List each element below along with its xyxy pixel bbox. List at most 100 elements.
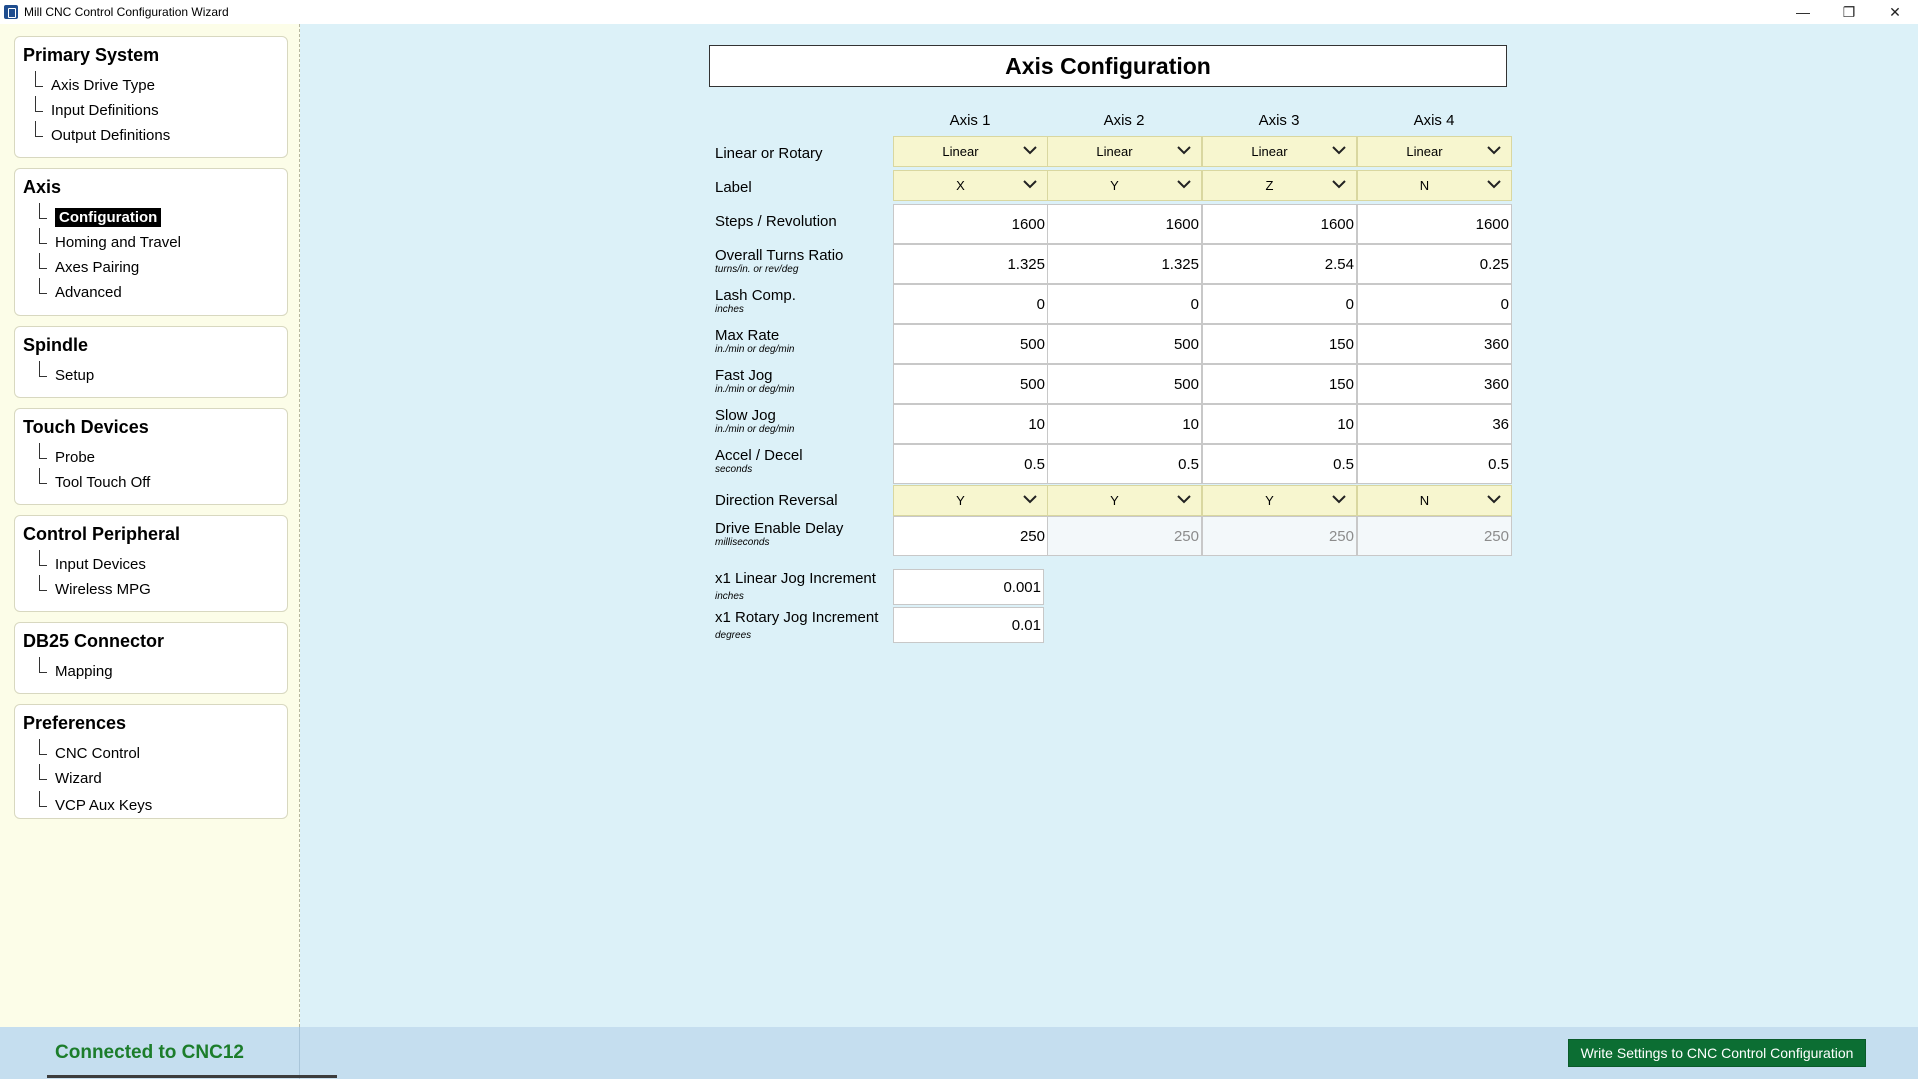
axis-4-linear-rotary-select[interactable]: Linear <box>1357 136 1512 167</box>
row-unit: inches <box>715 304 744 315</box>
row-unit: inches <box>715 591 744 602</box>
sidebar-item-vcp-aux-keys[interactable]: VCP Aux Keys <box>37 791 152 815</box>
axis-4-slow-jog-input[interactable]: 36 <box>1357 404 1512 444</box>
axis-4-turns-ratio-input[interactable]: 0.25 <box>1357 244 1512 284</box>
axis-1-label-select[interactable]: X <box>893 170 1048 201</box>
group-primary-system: Primary System Axis Drive Type Input Def… <box>14 36 288 158</box>
sidebar-item-label: Advanced <box>55 283 122 301</box>
axis-3-turns-ratio-input[interactable]: 2.54 <box>1202 244 1357 284</box>
restore-icon[interactable]: ❐ <box>1826 0 1872 24</box>
sidebar-item-label: Probe <box>55 448 96 466</box>
axis-2-accel-input[interactable]: 0.5 <box>1047 444 1202 484</box>
chevron-down-icon <box>1177 180 1191 189</box>
axis-2-drive-enable-delay-input: 250 <box>1047 516 1202 556</box>
sidebar-item-axis-drive-type[interactable]: Axis Drive Type <box>33 71 155 95</box>
row-label-text: Slow Jog <box>715 407 776 424</box>
linear-jog-increment-input[interactable]: 0.001 <box>893 569 1044 605</box>
axis-4-fast-jog-input[interactable]: 360 <box>1357 364 1512 404</box>
axis-3-accel-input[interactable]: 0.5 <box>1202 444 1357 484</box>
axis-1-steps-input[interactable]: 1600 <box>893 204 1048 244</box>
close-icon[interactable]: ✕ <box>1872 0 1918 24</box>
axis-3-fast-jog-input[interactable]: 150 <box>1202 364 1357 404</box>
row-label-max-rate: Max Rate in./min or deg/min <box>715 328 794 356</box>
axis-2-slow-jog-input[interactable]: 10 <box>1047 404 1202 444</box>
axis-3-lash-comp-input[interactable]: 0 <box>1202 284 1357 324</box>
axis-4-label-select[interactable]: N <box>1357 170 1512 201</box>
tree-branch <box>37 468 47 492</box>
axis-2-steps-input[interactable]: 1600 <box>1047 204 1202 244</box>
row-label-text: Fast Jog <box>715 367 773 384</box>
axis-3-linear-rotary-select[interactable]: Linear <box>1202 136 1357 167</box>
sidebar-item-axes-pairing[interactable]: Axes Pairing <box>37 253 139 277</box>
sidebar-item-homing-and-travel[interactable]: Homing and Travel <box>37 228 181 252</box>
axis-1-accel-input[interactable]: 0.5 <box>893 444 1048 484</box>
status-bar: Connected to CNC12 Write Settings to CNC… <box>0 1027 1918 1079</box>
chevron-down-icon <box>1177 495 1191 504</box>
sidebar-item-wizard[interactable]: Wizard <box>37 764 102 788</box>
axis-4-direction-reversal-select[interactable]: N <box>1357 485 1512 516</box>
sidebar-item-configuration[interactable]: Configuration <box>37 203 162 227</box>
chevron-down-icon <box>1023 495 1037 504</box>
axis-4-lash-comp-input[interactable]: 0 <box>1357 284 1512 324</box>
sidebar-item-setup[interactable]: Setup <box>37 361 95 385</box>
sidebar-nav: Primary System Axis Drive Type Input Def… <box>0 24 300 1027</box>
sidebar-item-label: Input Devices <box>55 555 146 573</box>
tree-branch <box>37 278 47 302</box>
axis-1-linear-rotary-select[interactable]: Linear <box>893 136 1048 167</box>
tree-branch <box>37 361 47 385</box>
sidebar-item-cnc-control[interactable]: CNC Control <box>37 739 140 763</box>
sidebar-item-tool-touch-off[interactable]: Tool Touch Off <box>37 468 150 492</box>
sidebar-item-output-definitions[interactable]: Output Definitions <box>33 121 171 145</box>
axis-2-max-rate-input[interactable]: 500 <box>1047 324 1202 364</box>
sidebar-item-mapping[interactable]: Mapping <box>37 657 113 681</box>
chevron-down-icon <box>1487 146 1501 155</box>
axis-2-lash-comp-input[interactable]: 0 <box>1047 284 1202 324</box>
page-title: Axis Configuration <box>709 45 1507 87</box>
row-label-label: Label <box>715 180 752 196</box>
axis-1-turns-ratio-input[interactable]: 1.325 <box>893 244 1048 284</box>
row-label-rotary-jog-increment: x1 Rotary Jog Increment degrees <box>715 610 878 642</box>
chevron-down-icon <box>1332 146 1346 155</box>
write-settings-button[interactable]: Write Settings to CNC Control Configurat… <box>1568 1039 1866 1067</box>
axis-4-max-rate-input[interactable]: 360 <box>1357 324 1512 364</box>
axis-1-direction-reversal-select[interactable]: Y <box>893 485 1048 516</box>
group-title: Spindle <box>23 335 89 355</box>
axis-1-drive-enable-delay-input[interactable]: 250 <box>893 516 1048 556</box>
axis-3-label-select[interactable]: Z <box>1202 170 1357 201</box>
sidebar-item-label: Wizard <box>55 769 102 787</box>
axis-3-steps-input[interactable]: 1600 <box>1202 204 1357 244</box>
rotary-jog-increment-input[interactable]: 0.01 <box>893 607 1044 643</box>
minimize-icon[interactable]: — <box>1780 0 1826 24</box>
axis-4-steps-input[interactable]: 1600 <box>1357 204 1512 244</box>
axis-3-slow-jog-input[interactable]: 10 <box>1202 404 1357 444</box>
sidebar-item-label: Setup <box>55 366 95 384</box>
axis-4-accel-input[interactable]: 0.5 <box>1357 444 1512 484</box>
axis-1-max-rate-input[interactable]: 500 <box>893 324 1048 364</box>
sidebar-item-label: Output Definitions <box>51 126 171 144</box>
axis-2-turns-ratio-input[interactable]: 1.325 <box>1047 244 1202 284</box>
row-label-text: x1 Rotary Jog Increment <box>715 609 879 626</box>
sidebar-item-input-devices[interactable]: Input Devices <box>37 550 146 574</box>
sidebar-item-input-definitions[interactable]: Input Definitions <box>33 96 159 120</box>
group-db25-connector: DB25 Connector Mapping <box>14 622 288 694</box>
row-label-text: Max Rate <box>715 327 780 344</box>
axis-1-slow-jog-input[interactable]: 10 <box>893 404 1048 444</box>
sidebar-item-probe[interactable]: Probe <box>37 443 96 467</box>
row-label-text: Steps / Revolution <box>715 213 837 230</box>
axis-2-fast-jog-input[interactable]: 500 <box>1047 364 1202 404</box>
axis-2-label-select[interactable]: Y <box>1047 170 1202 201</box>
axis-3-max-rate-input[interactable]: 150 <box>1202 324 1357 364</box>
axis-3-direction-reversal-select[interactable]: Y <box>1202 485 1357 516</box>
group-control-peripheral: Control Peripheral Input Devices Wireles… <box>14 515 288 612</box>
axis-2-linear-rotary-select[interactable]: Linear <box>1047 136 1202 167</box>
group-title: Preferences <box>23 713 127 733</box>
sidebar-item-advanced[interactable]: Advanced <box>37 278 122 302</box>
axis-1-fast-jog-input[interactable]: 500 <box>893 364 1048 404</box>
tree-branch <box>37 550 47 574</box>
sidebar-item-label: Axis Drive Type <box>51 76 155 94</box>
app-icon <box>4 5 18 19</box>
group-axis: Axis Configuration Homing and Travel Axe… <box>14 168 288 316</box>
axis-1-lash-comp-input[interactable]: 0 <box>893 284 1048 324</box>
sidebar-item-wireless-mpg[interactable]: Wireless MPG <box>37 575 151 599</box>
axis-2-direction-reversal-select[interactable]: Y <box>1047 485 1202 516</box>
